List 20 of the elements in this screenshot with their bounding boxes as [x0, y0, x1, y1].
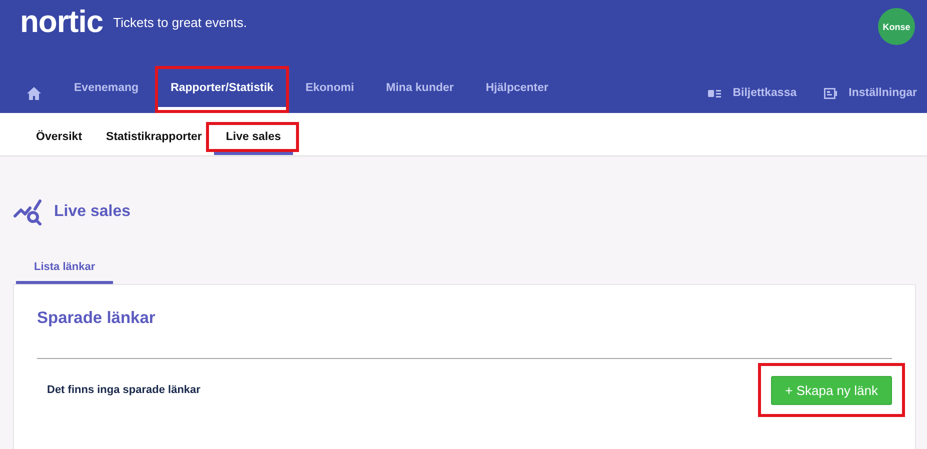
nav-link[interactable]: Inställningar	[848, 87, 917, 99]
sub-nav-tab[interactable]: Statistikrapporter	[94, 113, 214, 155]
user-avatar[interactable]: Konse	[878, 8, 915, 45]
register-icon[interactable]	[708, 88, 721, 98]
settings-icon[interactable]	[824, 88, 837, 98]
nav-tab[interactable]: Mina kunder	[373, 69, 467, 107]
sub-nav-tab[interactable]: Översikt	[24, 113, 94, 155]
sub-nav-tab[interactable]: Live sales	[214, 113, 293, 155]
empty-message: Det finns inga sparade länkar	[47, 384, 200, 396]
card-title: Sparade länkar	[37, 309, 156, 328]
brand-logo[interactable]: nortic	[20, 6, 104, 37]
nav-tab[interactable]: Rapporter/Statistik	[158, 69, 286, 107]
brand-tagline: Tickets to great events.	[113, 16, 248, 29]
create-link-button[interactable]: + Skapa ny länk	[771, 376, 892, 405]
nav-link[interactable]: Biljettkassa	[732, 87, 797, 99]
nav-tab[interactable]: Ekonomi	[292, 69, 368, 107]
home-icon[interactable]	[27, 86, 41, 100]
page-title: Live sales	[54, 203, 130, 221]
nav-tab[interactable]: Hjälpcenter	[472, 69, 562, 107]
nav-tab[interactable]: Evenemang	[61, 69, 152, 107]
